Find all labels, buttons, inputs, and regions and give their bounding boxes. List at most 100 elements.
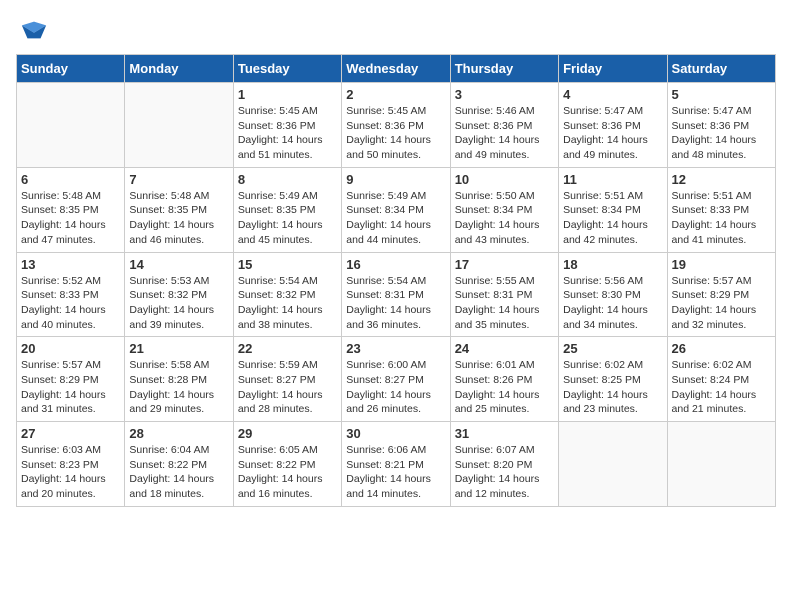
- day-info: Sunrise: 5:57 AM Sunset: 8:29 PM Dayligh…: [21, 358, 120, 417]
- calendar-cell: 19 Sunrise: 5:57 AM Sunset: 8:29 PM Dayli…: [667, 252, 775, 337]
- calendar-cell: 24 Sunrise: 6:01 AM Sunset: 8:26 PM Dayli…: [450, 337, 558, 422]
- calendar-cell: 20 Sunrise: 5:57 AM Sunset: 8:29 PM Dayli…: [17, 337, 125, 422]
- day-number: 18: [563, 257, 662, 272]
- calendar-cell: 13Sunrise: 5:52 AM Sunset: 8:33 PM Dayli…: [17, 252, 125, 337]
- calendar-week-row: 1 Sunrise: 5:45 AM Sunset: 8:36 PM Daylig…: [17, 83, 776, 168]
- calendar-cell: 2 Sunrise: 5:45 AM Sunset: 8:36 PM Daylig…: [342, 83, 450, 168]
- calendar-header-row: SundayMondayTuesdayWednesdayThursdayFrid…: [17, 55, 776, 83]
- calendar-week-row: 20 Sunrise: 5:57 AM Sunset: 8:29 PM Dayli…: [17, 337, 776, 422]
- page-header: [16, 16, 776, 44]
- weekday-header: Saturday: [667, 55, 775, 83]
- day-number: 24: [455, 341, 554, 356]
- calendar-cell: 31 Sunrise: 6:07 AM Sunset: 8:20 PM Dayli…: [450, 422, 558, 507]
- calendar-table: SundayMondayTuesdayWednesdayThursdayFrid…: [16, 54, 776, 507]
- calendar-cell: 27 Sunrise: 6:03 AM Sunset: 8:23 PM Dayli…: [17, 422, 125, 507]
- day-info: Sunrise: 5:50 AM Sunset: 8:34 PM Dayligh…: [455, 189, 554, 248]
- day-number: 10: [455, 172, 554, 187]
- weekday-header: Thursday: [450, 55, 558, 83]
- calendar-cell: 26 Sunrise: 6:02 AM Sunset: 8:24 PM Dayli…: [667, 337, 775, 422]
- day-info: Sunrise: 6:02 AM Sunset: 8:24 PM Dayligh…: [672, 358, 771, 417]
- calendar-cell: 17 Sunrise: 5:55 AM Sunset: 8:31 PM Dayli…: [450, 252, 558, 337]
- weekday-header: Sunday: [17, 55, 125, 83]
- day-info: Sunrise: 5:55 AM Sunset: 8:31 PM Dayligh…: [455, 274, 554, 333]
- day-info: Sunrise: 5:52 AM Sunset: 8:33 PM Dayligh…: [21, 274, 120, 333]
- weekday-header: Tuesday: [233, 55, 341, 83]
- day-info: Sunrise: 5:59 AM Sunset: 8:27 PM Dayligh…: [238, 358, 337, 417]
- calendar-cell: 15 Sunrise: 5:54 AM Sunset: 8:32 PM Dayli…: [233, 252, 341, 337]
- calendar-cell: 5 Sunrise: 5:47 AM Sunset: 8:36 PM Daylig…: [667, 83, 775, 168]
- day-number: 14: [129, 257, 228, 272]
- day-number: 2: [346, 87, 445, 102]
- calendar-cell: 12 Sunrise: 5:51 AM Sunset: 8:33 PM Dayli…: [667, 167, 775, 252]
- day-info: Sunrise: 5:47 AM Sunset: 8:36 PM Dayligh…: [563, 104, 662, 163]
- day-info: Sunrise: 5:47 AM Sunset: 8:36 PM Dayligh…: [672, 104, 771, 163]
- calendar-cell: 11 Sunrise: 5:51 AM Sunset: 8:34 PM Dayli…: [559, 167, 667, 252]
- day-number: 21: [129, 341, 228, 356]
- day-info: Sunrise: 5:56 AM Sunset: 8:30 PM Dayligh…: [563, 274, 662, 333]
- day-number: 20: [21, 341, 120, 356]
- day-number: 3: [455, 87, 554, 102]
- day-info: Sunrise: 5:49 AM Sunset: 8:35 PM Dayligh…: [238, 189, 337, 248]
- day-number: 31: [455, 426, 554, 441]
- calendar-cell: 8 Sunrise: 5:49 AM Sunset: 8:35 PM Daylig…: [233, 167, 341, 252]
- day-number: 1: [238, 87, 337, 102]
- day-number: 9: [346, 172, 445, 187]
- calendar-cell: 18 Sunrise: 5:56 AM Sunset: 8:30 PM Dayli…: [559, 252, 667, 337]
- calendar-week-row: 6 Sunrise: 5:48 AM Sunset: 8:35 PM Daylig…: [17, 167, 776, 252]
- day-number: 5: [672, 87, 771, 102]
- day-info: Sunrise: 5:58 AM Sunset: 8:28 PM Dayligh…: [129, 358, 228, 417]
- day-number: 6: [21, 172, 120, 187]
- day-number: 29: [238, 426, 337, 441]
- calendar-week-row: 13Sunrise: 5:52 AM Sunset: 8:33 PM Dayli…: [17, 252, 776, 337]
- day-info: Sunrise: 5:45 AM Sunset: 8:36 PM Dayligh…: [346, 104, 445, 163]
- day-info: Sunrise: 6:00 AM Sunset: 8:27 PM Dayligh…: [346, 358, 445, 417]
- calendar-cell: 21 Sunrise: 5:58 AM Sunset: 8:28 PM Dayli…: [125, 337, 233, 422]
- calendar-cell: [559, 422, 667, 507]
- day-info: Sunrise: 5:49 AM Sunset: 8:34 PM Dayligh…: [346, 189, 445, 248]
- weekday-header: Wednesday: [342, 55, 450, 83]
- day-number: 17: [455, 257, 554, 272]
- calendar-cell: 29 Sunrise: 6:05 AM Sunset: 8:22 PM Dayli…: [233, 422, 341, 507]
- day-number: 7: [129, 172, 228, 187]
- calendar-cell: 9 Sunrise: 5:49 AM Sunset: 8:34 PM Daylig…: [342, 167, 450, 252]
- calendar-cell: 1 Sunrise: 5:45 AM Sunset: 8:36 PM Daylig…: [233, 83, 341, 168]
- day-number: 4: [563, 87, 662, 102]
- weekday-header: Monday: [125, 55, 233, 83]
- calendar-cell: 16Sunrise: 5:54 AM Sunset: 8:31 PM Dayli…: [342, 252, 450, 337]
- calendar-cell: 14Sunrise: 5:53 AM Sunset: 8:32 PM Dayli…: [125, 252, 233, 337]
- logo: [16, 16, 48, 44]
- day-info: Sunrise: 6:03 AM Sunset: 8:23 PM Dayligh…: [21, 443, 120, 502]
- day-info: Sunrise: 5:45 AM Sunset: 8:36 PM Dayligh…: [238, 104, 337, 163]
- calendar-cell: 25Sunrise: 6:02 AM Sunset: 8:25 PM Dayli…: [559, 337, 667, 422]
- day-info: Sunrise: 5:57 AM Sunset: 8:29 PM Dayligh…: [672, 274, 771, 333]
- calendar-week-row: 27 Sunrise: 6:03 AM Sunset: 8:23 PM Dayli…: [17, 422, 776, 507]
- calendar-cell: [667, 422, 775, 507]
- day-number: 27: [21, 426, 120, 441]
- day-info: Sunrise: 5:51 AM Sunset: 8:33 PM Dayligh…: [672, 189, 771, 248]
- calendar-cell: 3 Sunrise: 5:46 AM Sunset: 8:36 PM Daylig…: [450, 83, 558, 168]
- day-number: 15: [238, 257, 337, 272]
- calendar-cell: 22Sunrise: 5:59 AM Sunset: 8:27 PM Dayli…: [233, 337, 341, 422]
- day-number: 30: [346, 426, 445, 441]
- day-info: Sunrise: 6:01 AM Sunset: 8:26 PM Dayligh…: [455, 358, 554, 417]
- day-number: 12: [672, 172, 771, 187]
- day-info: Sunrise: 5:46 AM Sunset: 8:36 PM Dayligh…: [455, 104, 554, 163]
- day-info: Sunrise: 6:05 AM Sunset: 8:22 PM Dayligh…: [238, 443, 337, 502]
- calendar-cell: [125, 83, 233, 168]
- logo-icon: [20, 16, 48, 44]
- day-number: 28: [129, 426, 228, 441]
- calendar-cell: 23 Sunrise: 6:00 AM Sunset: 8:27 PM Dayli…: [342, 337, 450, 422]
- day-number: 8: [238, 172, 337, 187]
- calendar-cell: 4 Sunrise: 5:47 AM Sunset: 8:36 PM Daylig…: [559, 83, 667, 168]
- day-number: 26: [672, 341, 771, 356]
- day-number: 19: [672, 257, 771, 272]
- day-number: 23: [346, 341, 445, 356]
- day-info: Sunrise: 5:54 AM Sunset: 8:32 PM Dayligh…: [238, 274, 337, 333]
- day-info: Sunrise: 6:02 AM Sunset: 8:25 PM Dayligh…: [563, 358, 662, 417]
- day-number: 11: [563, 172, 662, 187]
- calendar-cell: 30Sunrise: 6:06 AM Sunset: 8:21 PM Dayli…: [342, 422, 450, 507]
- day-info: Sunrise: 5:54 AM Sunset: 8:31 PM Dayligh…: [346, 274, 445, 333]
- day-info: Sunrise: 6:07 AM Sunset: 8:20 PM Dayligh…: [455, 443, 554, 502]
- day-info: Sunrise: 5:48 AM Sunset: 8:35 PM Dayligh…: [21, 189, 120, 248]
- day-info: Sunrise: 5:51 AM Sunset: 8:34 PM Dayligh…: [563, 189, 662, 248]
